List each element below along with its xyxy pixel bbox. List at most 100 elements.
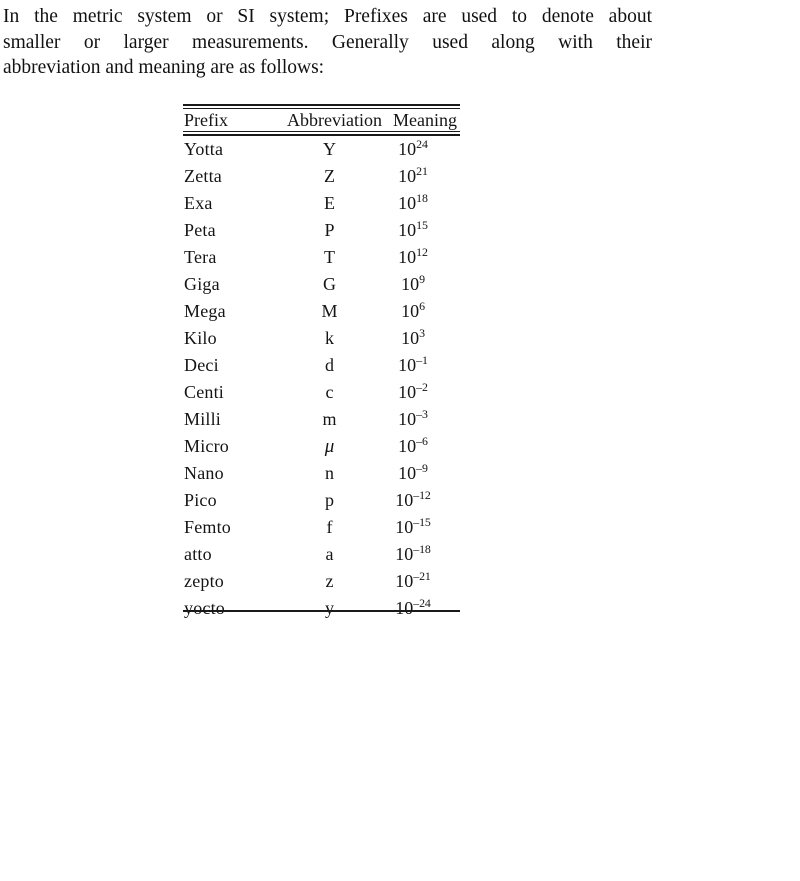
cell-prefix: Exa	[184, 193, 213, 213]
table-row: Zetta Z 1021	[183, 163, 460, 190]
power-exponent: –9	[416, 461, 428, 475]
power-of-ten: 10–18	[395, 542, 431, 564]
power-exponent: –18	[413, 542, 431, 556]
cell-prefix: Centi	[184, 382, 224, 402]
cell-prefix: Milli	[184, 409, 222, 429]
cell-prefix: Mega	[184, 301, 226, 321]
cell-prefix: Tera	[184, 247, 217, 267]
cell-abbreviation: μ	[324, 436, 335, 457]
power-exponent: –1	[416, 353, 428, 367]
cell-meaning: 1021	[372, 163, 460, 190]
table-bottom-rule-group	[183, 610, 460, 612]
cell-meaning: 10–12	[372, 487, 460, 514]
power-of-ten: 1015	[398, 218, 428, 240]
cell-abbreviation: c	[325, 382, 334, 402]
cell-meaning: 10–15	[372, 514, 460, 541]
table-row: Kilo k 103	[183, 325, 460, 352]
cell-abbreviation: P	[324, 220, 335, 240]
table-row: atto a 10–18	[183, 541, 460, 568]
table-row: yocto y 10–24	[183, 595, 460, 622]
power-exponent: –21	[413, 569, 431, 583]
intro-line-3: abbreviation and meaning are as follows:	[3, 57, 325, 78]
table-bottom-rule	[183, 610, 460, 612]
cell-meaning: 1015	[372, 217, 460, 244]
power-base: 10	[398, 220, 417, 240]
cell-meaning: 10–21	[372, 568, 460, 595]
power-base: 10	[398, 139, 417, 159]
power-exponent: –12	[413, 488, 431, 502]
power-exponent: 21	[416, 164, 428, 178]
table-row: Milli m 10–3	[183, 406, 460, 433]
cell-meaning: 106	[372, 298, 460, 325]
cell-meaning: 10–3	[372, 406, 460, 433]
table-row: Exa E 1018	[183, 190, 460, 217]
cell-prefix: Zetta	[184, 166, 222, 186]
power-of-ten: 10–3	[398, 407, 428, 429]
power-base: 10	[395, 517, 414, 537]
cell-prefix: Pico	[184, 490, 217, 510]
power-exponent: 18	[416, 191, 428, 205]
cell-prefix: Yotta	[184, 139, 224, 159]
cell-prefix: Deci	[184, 355, 219, 375]
table-header: Prefix Abbreviation Meaning	[183, 109, 460, 131]
table-body: Yotta Y 1024 Zetta Z 1021 Exa E 1018 Peta P 1015 Ter…	[183, 136, 460, 622]
cell-meaning: 10–6	[372, 433, 460, 460]
si-prefix-table: Prefix Abbreviation Meaning Yotta Y 1024 Ze…	[183, 104, 460, 622]
cell-meaning: 10–24	[372, 595, 460, 622]
cell-abbreviation: a	[325, 544, 334, 564]
intro-line-2: smaller or larger measurements. Generall…	[3, 31, 652, 53]
table-header-row: Prefix Abbreviation Meaning	[183, 109, 460, 131]
power-base: 10	[398, 247, 417, 267]
prefix-table-grid: Prefix Abbreviation Meaning	[183, 109, 460, 131]
power-base: 10	[395, 544, 414, 564]
cell-prefix: atto	[184, 544, 212, 564]
table-row: Peta P 1015	[183, 217, 460, 244]
table-row: Mega M 106	[183, 298, 460, 325]
power-base: 10	[398, 436, 417, 456]
power-base: 10	[401, 328, 420, 348]
column-header-prefix: Prefix	[184, 110, 228, 130]
cell-abbreviation: z	[325, 571, 334, 591]
power-exponent: –2	[416, 380, 428, 394]
power-of-ten: 10–15	[395, 515, 431, 537]
cell-abbreviation: T	[324, 247, 335, 267]
power-of-ten: 10–21	[395, 569, 431, 591]
power-exponent: 15	[416, 218, 428, 232]
cell-prefix: zepto	[184, 571, 224, 591]
cell-abbreviation: E	[324, 193, 335, 213]
cell-abbreviation: M	[321, 301, 338, 321]
cell-prefix: Nano	[184, 463, 224, 483]
cell-abbreviation: y	[325, 598, 334, 618]
table-row: Centi c 10–2	[183, 379, 460, 406]
table-row: Nano n 10–9	[183, 460, 460, 487]
power-of-ten: 1018	[398, 191, 428, 213]
power-base: 10	[395, 571, 414, 591]
table-row: Giga G 109	[183, 271, 460, 298]
power-base: 10	[395, 598, 414, 618]
cell-abbreviation: m	[322, 409, 337, 429]
cell-meaning: 10–9	[372, 460, 460, 487]
power-base: 10	[398, 355, 417, 375]
power-of-ten: 10–24	[395, 597, 431, 618]
power-exponent: –3	[416, 407, 428, 421]
intro-line-1: In the metric system or SI system; Prefi…	[3, 6, 652, 27]
power-exponent: 6	[419, 299, 425, 313]
power-of-ten: 106	[401, 299, 425, 321]
power-base: 10	[401, 301, 420, 321]
power-base: 10	[398, 409, 417, 429]
cell-abbreviation: Z	[324, 166, 335, 186]
power-exponent: –15	[413, 515, 431, 529]
table-row: zepto z 10–21	[183, 568, 460, 595]
column-header-abbreviation: Abbreviation	[287, 110, 382, 130]
cell-meaning: 1012	[372, 244, 460, 271]
cell-meaning: 1024	[372, 136, 460, 163]
cell-meaning: 10–2	[372, 379, 460, 406]
table-row: Yotta Y 1024	[183, 136, 460, 163]
power-exponent: 24	[416, 137, 428, 151]
cell-meaning: 10–18	[372, 541, 460, 568]
power-base: 10	[398, 193, 417, 213]
power-exponent: 9	[419, 272, 425, 286]
cell-abbreviation: k	[325, 328, 334, 348]
cell-prefix: Kilo	[184, 328, 217, 348]
intro-paragraph: In the metric system or SI system; Prefi…	[3, 4, 652, 81]
